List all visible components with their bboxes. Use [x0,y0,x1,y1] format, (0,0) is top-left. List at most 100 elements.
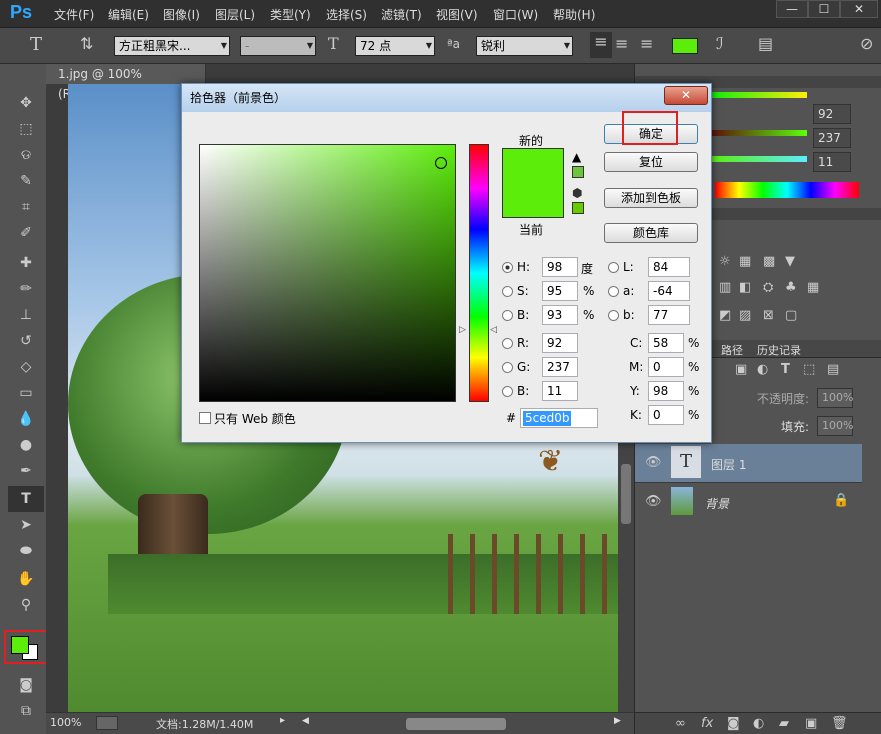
new-group-icon[interactable]: ▰ [779,716,789,731]
restore-button[interactable]: ☐ [808,0,840,18]
red-radio[interactable] [502,338,513,349]
clone-stamp-tool-icon[interactable]: ⊥ [8,302,44,328]
text-orientation-icon[interactable]: ⇅ [80,34,93,53]
adjustment-levels-icon[interactable]: ▦ [739,254,751,269]
screen-mode-icon[interactable]: ⧉ [8,698,44,724]
web-safe-color-swatch[interactable] [572,202,584,214]
adjustment-curves-icon[interactable]: ▩ [763,254,775,269]
red-value[interactable]: 92 [813,104,851,124]
link-layers-icon[interactable]: ∞ [675,716,686,731]
g-input[interactable]: 237 [542,357,578,377]
adjustment-threshold-icon[interactable]: ⊠ [763,308,774,323]
align-right-icon[interactable]: ≡ [640,34,653,53]
color-field[interactable] [199,144,456,402]
horizontal-type-tool-icon[interactable]: T [8,486,44,512]
zoom-tool-icon[interactable]: ⚲ [8,592,44,618]
lab-b-input[interactable]: 77 [648,305,690,325]
blue-radio[interactable] [502,386,513,397]
hue-slider[interactable] [469,144,489,402]
ellipse-tool-icon[interactable]: ⬬ [8,538,44,564]
l-input[interactable]: 84 [648,257,690,277]
color-libraries-button[interactable]: 颜色库 [604,223,698,243]
marquee-tool-icon[interactable]: ⬚ [8,116,44,142]
scroll-left-icon[interactable]: ◀ [302,716,309,726]
adjustment-huesat-icon[interactable]: ▥ [719,280,731,295]
filter-shape-icon[interactable]: ⬚ [803,362,815,377]
menu-filter[interactable]: 滤镜(T) [381,6,422,23]
adjustment-channel-mixer-icon[interactable]: ♣ [785,280,797,295]
current-color-swatch[interactable] [503,183,563,217]
window-close-button[interactable]: ✕ [840,0,878,18]
font-style-select[interactable]: - ▼ [240,36,316,56]
scroll-right-icon[interactable]: ▶ [614,716,621,726]
blue-slider[interactable] [705,156,807,162]
quick-mask-icon[interactable]: ◙ [8,672,44,698]
brush-tool-icon[interactable]: ✏ [8,276,44,302]
menu-help[interactable]: 帮助(H) [553,6,595,23]
web-only-checkbox[interactable] [199,412,211,424]
dodge-tool-icon[interactable]: ● [8,432,44,458]
add-mask-icon[interactable]: ◙ [727,716,740,731]
lab-b-radio[interactable] [608,310,619,321]
h-input[interactable]: 98 [542,257,578,277]
color-field-marker[interactable] [435,157,447,169]
text-color-swatch[interactable] [672,38,698,54]
a-input[interactable]: -64 [648,281,690,301]
brightness-radio[interactable] [502,310,513,321]
green-radio[interactable] [502,362,513,373]
color-spectrum-ramp[interactable] [715,182,859,198]
new-adjustment-icon[interactable]: ◐ [753,716,764,731]
healing-brush-tool-icon[interactable]: ✚ [8,250,44,276]
adjustment-selective-color-icon[interactable]: ▢ [785,308,797,323]
trash-icon[interactable]: 🗑 [831,716,848,731]
dialog-close-button[interactable]: ✕ [664,86,708,105]
move-tool-icon[interactable]: ✥ [8,90,44,116]
lab-l-radio[interactable] [608,262,619,273]
cancel-icon[interactable]: ⊘ [860,34,873,53]
green-slider[interactable] [705,130,807,136]
blur-tool-icon[interactable]: 💧 [8,406,44,432]
path-selection-tool-icon[interactable]: ➤ [8,512,44,538]
opacity-input[interactable]: 100% [817,388,853,408]
layer-name[interactable]: 图层 1 [711,456,746,473]
adjustment-invert-icon[interactable]: ◩ [719,308,731,323]
layer-row-type[interactable]: 👁 T 图层 1 [635,444,862,482]
menu-window[interactable]: 窗口(W) [493,6,538,23]
adjustment-brightness-icon[interactable]: ☼ [719,254,731,269]
quick-select-tool-icon[interactable]: ✎ [8,168,44,194]
fx-icon[interactable]: fx [701,716,713,731]
gamut-color-swatch[interactable] [572,166,584,178]
red-slider[interactable] [705,92,807,98]
eye-icon[interactable]: 👁 [645,494,662,509]
eyedropper-tool-icon[interactable]: ✐ [8,220,44,246]
scrollbar-thumb[interactable] [621,464,631,524]
history-brush-tool-icon[interactable]: ↺ [8,328,44,354]
r-input[interactable]: 92 [542,333,578,353]
type-tool-icon[interactable]: T [30,34,42,55]
warp-text-icon[interactable]: ℐ [716,34,724,53]
blue-value[interactable]: 11 [813,152,851,172]
pen-tool-icon[interactable]: ✒ [8,458,44,484]
green-value[interactable]: 237 [813,128,851,148]
gradient-tool-icon[interactable]: ▭ [8,380,44,406]
character-panel-icon[interactable]: ▤ [758,34,773,53]
layer-row-background[interactable]: 👁 背景 🔒 [635,482,862,520]
filter-type-icon[interactable]: T [781,362,790,377]
hue-radio[interactable] [502,262,513,273]
menu-edit[interactable]: 编辑(E) [108,6,149,23]
antialias-select[interactable]: 锐利 ▼ [476,36,573,56]
m-input[interactable]: 0 [648,357,684,377]
reset-button[interactable]: 复位 [604,152,698,172]
align-left-icon[interactable]: ≡ [590,32,612,58]
status-menu-arrow-icon[interactable]: ▸ [280,715,285,726]
menu-layer[interactable]: 图层(L) [215,6,255,23]
menu-file[interactable]: 文件(F) [54,6,94,23]
layer-name[interactable]: 背景 [705,495,729,512]
document-tab[interactable]: 1.jpg @ 100%(RGB/8#)× [46,64,206,101]
menu-image[interactable]: 图像(I) [163,6,200,23]
adjustment-color-lookup-icon[interactable]: ▦ [807,280,819,295]
adjustment-bw-icon[interactable]: ◧ [739,280,751,295]
tab-history[interactable]: 历史记录 [757,342,801,358]
adjustment-gradient-map-icon[interactable]: ▼ [785,254,795,269]
c-input[interactable]: 58 [648,333,684,353]
